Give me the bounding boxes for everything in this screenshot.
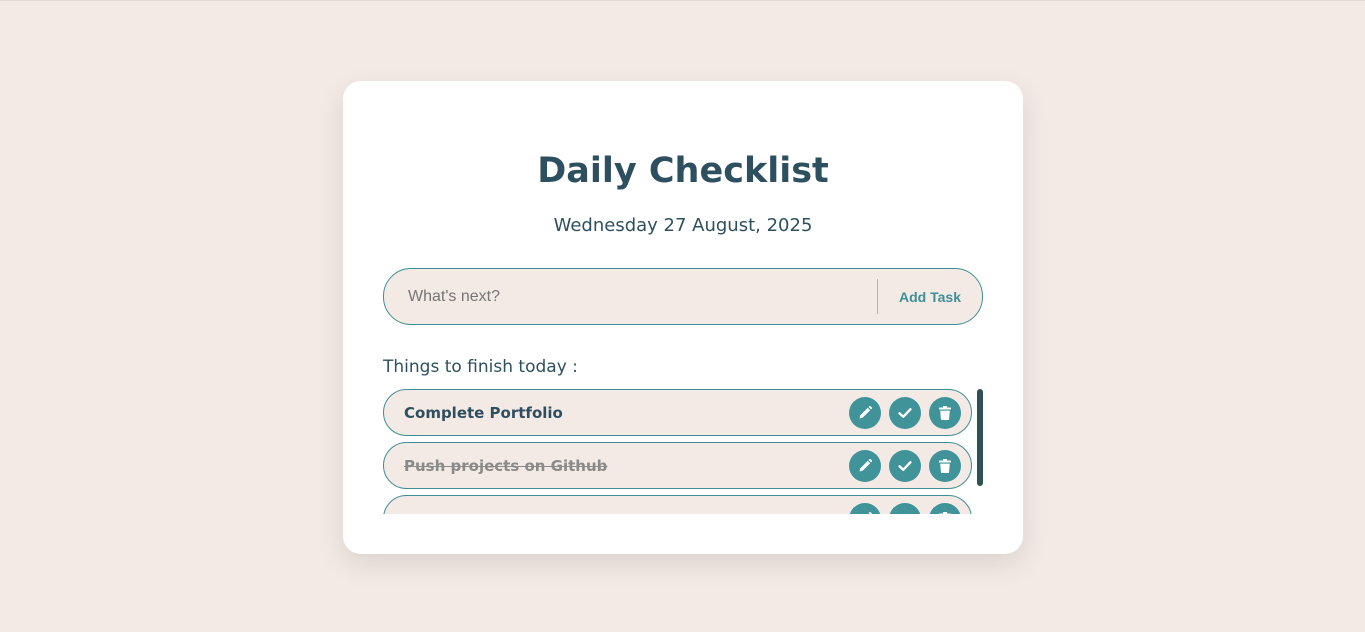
- task-item: [383, 495, 972, 514]
- trash-icon: [937, 405, 953, 421]
- check-icon: [897, 458, 913, 474]
- task-item: Push projects on Github: [383, 442, 972, 489]
- pencil-icon: [857, 511, 873, 514]
- add-task-button[interactable]: Add Task: [878, 269, 982, 324]
- edit-task-button[interactable]: [849, 503, 881, 514]
- delete-task-button[interactable]: [929, 397, 961, 429]
- trash-icon: [937, 511, 953, 514]
- complete-task-button[interactable]: [889, 503, 921, 514]
- task-list-scrollbar[interactable]: [977, 389, 983, 486]
- checklist-card: Daily Checklist Wednesday 27 August, 202…: [343, 81, 1023, 554]
- page-title: Daily Checklist: [537, 151, 829, 191]
- complete-task-button[interactable]: [889, 397, 921, 429]
- task-list[interactable]: Complete Portfolio Push projects on Gith…: [383, 389, 983, 514]
- edit-task-button[interactable]: [849, 397, 881, 429]
- add-task-bar: Add Task: [383, 268, 983, 325]
- complete-task-button[interactable]: [889, 450, 921, 482]
- edit-task-button[interactable]: [849, 450, 881, 482]
- pencil-icon: [857, 405, 873, 421]
- pencil-icon: [857, 458, 873, 474]
- check-icon: [897, 511, 913, 514]
- trash-icon: [937, 458, 953, 474]
- current-date: Wednesday 27 August, 2025: [553, 215, 813, 236]
- top-border: [0, 0, 1365, 1]
- task-text: Push projects on Github: [404, 457, 608, 475]
- list-heading: Things to finish today :: [383, 357, 578, 377]
- delete-task-button[interactable]: [929, 450, 961, 482]
- check-icon: [897, 405, 913, 421]
- task-input[interactable]: [408, 283, 848, 311]
- task-text: Complete Portfolio: [404, 404, 563, 422]
- task-item: Complete Portfolio: [383, 389, 972, 436]
- delete-task-button[interactable]: [929, 503, 961, 514]
